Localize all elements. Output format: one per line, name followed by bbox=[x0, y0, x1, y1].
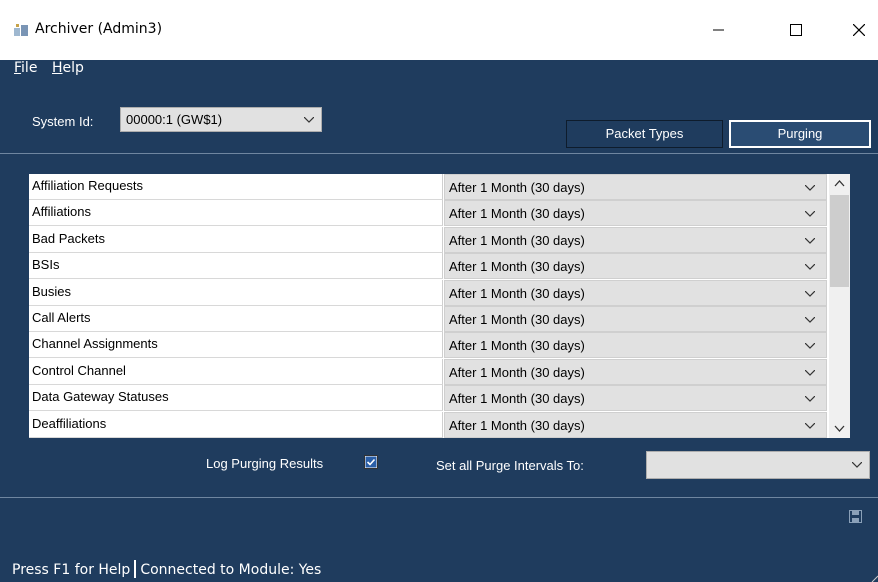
packet-type-name: Call Alerts bbox=[29, 306, 443, 332]
chevron-up-icon bbox=[834, 180, 845, 187]
table-row: Affiliations After 1 Month (30 days) bbox=[29, 200, 850, 227]
system-id-label: System Id: bbox=[32, 114, 94, 129]
status-connection: Connected to Module: Yes bbox=[140, 562, 322, 578]
purge-interval-select[interactable]: After 1 Month (30 days) bbox=[444, 200, 827, 227]
purge-interval-select[interactable]: After 1 Month (30 days) bbox=[444, 226, 827, 253]
scroll-down-button[interactable] bbox=[829, 418, 850, 438]
maximize-button[interactable] bbox=[773, 15, 819, 45]
purge-interval-value: After 1 Month (30 days) bbox=[449, 206, 585, 222]
maximize-icon bbox=[790, 24, 802, 36]
archiver-app-icon bbox=[14, 24, 28, 36]
purge-interval-value: After 1 Month (30 days) bbox=[449, 338, 585, 354]
packet-type-name: Affiliations bbox=[29, 200, 443, 227]
purge-interval-value: After 1 Month (30 days) bbox=[449, 312, 585, 327]
table-row: BSIs After 1 Month (30 days) bbox=[29, 253, 850, 280]
purge-interval-select[interactable]: After 1 Month (30 days) bbox=[444, 385, 827, 412]
table-row: Control Channel After 1 Month (30 days) bbox=[29, 358, 850, 385]
system-id-value: 00000:1 (GW$1) bbox=[126, 112, 223, 127]
title-bar: Archiver (Admin3) bbox=[0, 0, 878, 60]
table-row: Data Gateway Statuses After 1 Month (30 d… bbox=[29, 385, 850, 412]
log-purging-label: Log Purging Results bbox=[206, 456, 324, 471]
window-title: Archiver (Admin3) bbox=[35, 21, 163, 37]
tab-purging[interactable]: Purging bbox=[729, 120, 871, 148]
purge-interval-select[interactable]: After 1 Month (30 days) bbox=[444, 332, 827, 359]
menu-bar: File Help bbox=[0, 60, 878, 86]
purge-interval-value: After 1 Month (30 days) bbox=[449, 232, 585, 248]
chevron-down-icon bbox=[834, 425, 845, 432]
table-row: Busies After 1 Month (30 days) bbox=[29, 279, 850, 306]
packet-type-name: Data Gateway Statuses bbox=[29, 385, 443, 412]
close-icon bbox=[853, 24, 865, 36]
purge-interval-select[interactable]: After 1 Month (30 days) bbox=[444, 253, 827, 280]
purge-interval-value: After 1 Month (30 days) bbox=[449, 259, 585, 275]
purge-interval-select[interactable]: After 1 Month (30 days) bbox=[444, 174, 827, 200]
chevron-down-icon bbox=[304, 117, 314, 123]
chevron-down-icon bbox=[805, 396, 815, 403]
packet-type-name: Deaffiliations bbox=[29, 411, 443, 438]
tab-packet-types[interactable]: Packet Types bbox=[566, 120, 723, 148]
status-bar: Press F1 for Help Connected to Module: Ye… bbox=[12, 560, 321, 578]
checkmark-icon bbox=[365, 456, 377, 468]
close-button[interactable] bbox=[836, 15, 878, 45]
chevron-down-icon bbox=[805, 237, 815, 244]
minimize-button[interactable] bbox=[696, 15, 742, 45]
packet-type-name: Affiliation Requests bbox=[29, 174, 443, 200]
table-row: Deaffiliations After 1 Month (30 days) bbox=[29, 411, 850, 438]
packet-type-name: BSIs bbox=[29, 253, 443, 280]
packet-type-name: Channel Assignments bbox=[29, 332, 443, 359]
chevron-down-icon bbox=[805, 422, 815, 429]
packet-type-name: Busies bbox=[29, 279, 443, 306]
chevron-down-icon bbox=[805, 185, 815, 191]
minimize-icon bbox=[713, 29, 724, 31]
table-row: Affiliation Requests After 1 Month (30 da… bbox=[29, 174, 850, 200]
divider bbox=[0, 497, 878, 498]
purge-interval-grid: Affiliation Requests After 1 Month (30 da… bbox=[29, 174, 850, 438]
set-all-label: Set all Purge Intervals To: bbox=[436, 458, 584, 473]
log-purging-checkbox[interactable] bbox=[364, 455, 378, 469]
system-id-select[interactable]: 00000:1 (GW$1) bbox=[120, 107, 322, 132]
purge-interval-select[interactable]: After 1 Month (30 days) bbox=[444, 411, 827, 438]
menu-help[interactable]: Help bbox=[50, 60, 86, 76]
purge-interval-value: After 1 Month (30 days) bbox=[449, 391, 585, 407]
purge-interval-value: After 1 Month (30 days) bbox=[449, 180, 585, 195]
vertical-scrollbar[interactable] bbox=[829, 174, 850, 438]
chevron-down-icon bbox=[805, 369, 815, 376]
table-row: Channel Assignments After 1 Month (30 day… bbox=[29, 332, 850, 359]
divider bbox=[0, 153, 878, 154]
save-icon[interactable] bbox=[849, 510, 862, 523]
chevron-down-icon bbox=[805, 290, 815, 297]
status-separator bbox=[134, 560, 137, 578]
packet-type-name: Control Channel bbox=[29, 358, 443, 385]
purge-interval-value: After 1 Month (30 days) bbox=[449, 285, 585, 301]
scroll-thumb[interactable] bbox=[830, 195, 849, 287]
table-row: Bad Packets After 1 Month (30 days) bbox=[29, 226, 850, 253]
status-help-hint: Press F1 for Help bbox=[12, 562, 131, 578]
purge-interval-value: After 1 Month (30 days) bbox=[449, 364, 585, 380]
chevron-down-icon bbox=[805, 211, 815, 218]
chevron-down-icon bbox=[805, 317, 815, 323]
chevron-down-icon bbox=[805, 264, 815, 271]
menu-file[interactable]: File bbox=[12, 60, 39, 76]
purge-interval-select[interactable]: After 1 Month (30 days) bbox=[444, 358, 827, 385]
resize-grip-icon[interactable] bbox=[870, 574, 878, 582]
purge-interval-select[interactable]: After 1 Month (30 days) bbox=[444, 279, 827, 306]
purge-interval-select[interactable]: After 1 Month (30 days) bbox=[444, 306, 827, 332]
purge-interval-value: After 1 Month (30 days) bbox=[449, 417, 585, 433]
chevron-down-icon bbox=[852, 462, 862, 468]
set-all-intervals-select[interactable] bbox=[646, 451, 870, 479]
table-row: Call Alerts After 1 Month (30 days) bbox=[29, 306, 850, 332]
scroll-up-button[interactable] bbox=[829, 174, 850, 194]
chevron-down-icon bbox=[805, 343, 815, 350]
packet-type-name: Bad Packets bbox=[29, 226, 443, 253]
